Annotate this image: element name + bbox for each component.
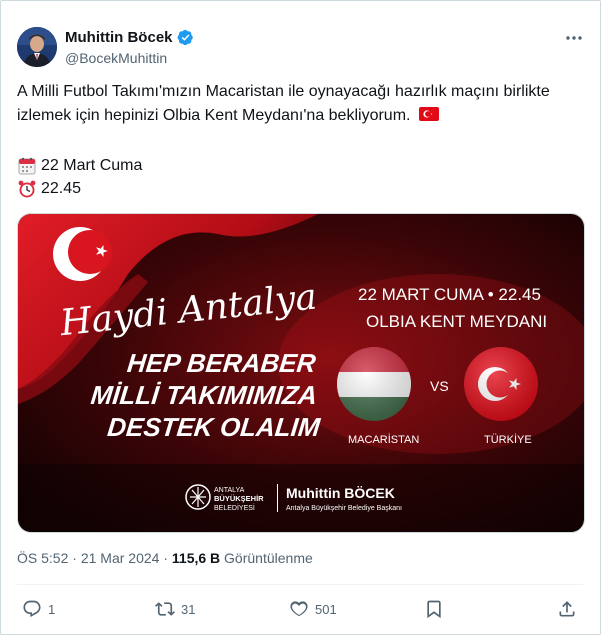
like-count: 501 xyxy=(315,601,337,617)
tweet-body: A Milli Futbol Takımı'mızın Macaristan i… xyxy=(17,83,550,124)
avatar-image xyxy=(17,27,57,67)
bookmark-icon xyxy=(427,600,441,619)
verified-badge-icon xyxy=(177,29,193,46)
retweet-count: 31 xyxy=(181,601,196,617)
poster-org-line1: ANTALYA xyxy=(214,487,245,494)
divider xyxy=(17,584,583,585)
time-text: 22.45 xyxy=(41,180,82,197)
turkey-flag-icon xyxy=(418,107,439,121)
tweet-time[interactable]: ÖS 5:52 xyxy=(17,550,68,566)
poster-mayor-title: Antalya Büyükşehir Belediye Başkanı xyxy=(286,505,402,512)
retweet-icon xyxy=(155,602,175,616)
time-line: 22.45 xyxy=(17,178,81,200)
heart-icon xyxy=(290,601,308,617)
poster-team-right: TÜRKİYE xyxy=(484,433,532,446)
meta-separator: · xyxy=(163,550,168,566)
like-button[interactable]: 501 xyxy=(289,592,337,626)
calendar-icon xyxy=(18,157,36,175)
reply-icon xyxy=(23,600,41,618)
poster-slogan-line2: MİLLİ TAKIMIMIZA xyxy=(89,380,318,410)
reply-button[interactable]: 1 xyxy=(22,592,55,626)
reply-count: 1 xyxy=(48,601,56,617)
poster-slogan-line1: HEP BERABER xyxy=(126,348,318,378)
retweet-button[interactable]: 31 xyxy=(155,592,195,626)
views-count: 115,6 B xyxy=(171,550,221,566)
poster-slogan-line3: DESTEK OLALIM xyxy=(106,412,323,442)
poster-event-place: OLBIA KENT MEYDANI xyxy=(366,312,547,331)
views-label: Görüntülenme xyxy=(224,550,313,566)
tweet-text: A Milli Futbol Takımı'mızın Macaristan i… xyxy=(17,80,577,128)
user-name[interactable]: Muhittin Böcek xyxy=(65,29,194,46)
poster-org-line2: BÜYÜKŞEHİR xyxy=(214,494,264,503)
avatar[interactable] xyxy=(17,27,57,67)
poster-org-line3: BELEDİYESİ xyxy=(214,503,255,512)
date-text: 22 Mart Cuma xyxy=(41,157,143,174)
alarm-clock-icon xyxy=(18,180,36,198)
tweet-media-image[interactable]: Haydi Antalya HEP BERABER MİLLİ TAKIMIMI… xyxy=(17,213,585,533)
share-icon xyxy=(559,601,575,617)
date-line: 22 Mart Cuma xyxy=(17,155,142,177)
poster-mayor-name: Muhittin BÖCEK xyxy=(286,485,395,501)
meta-separator: · xyxy=(72,550,77,566)
poster-vs: VS xyxy=(430,378,449,394)
event-poster: Haydi Antalya HEP BERABER MİLLİ TAKIMIMI… xyxy=(18,214,584,532)
user-name-text[interactable]: Muhittin Böcek xyxy=(65,29,173,46)
more-options-icon[interactable] xyxy=(564,28,584,48)
poster-team-left: MACARİSTAN xyxy=(348,433,419,446)
share-button[interactable] xyxy=(557,592,577,626)
bookmark-button[interactable] xyxy=(424,592,444,626)
tweet-date[interactable]: 21 Mar 2024 xyxy=(81,550,160,566)
action-bar: 1 31 501 xyxy=(0,592,601,626)
tweet-meta: ÖS 5:52 · 21 Mar 2024 · 115,6 B Görüntül… xyxy=(17,550,313,566)
poster-event-date: 22 MART CUMA • 22.45 xyxy=(358,285,541,304)
user-handle[interactable]: @BocekMuhittin xyxy=(65,50,167,66)
turkey-flag-ball xyxy=(464,347,538,421)
